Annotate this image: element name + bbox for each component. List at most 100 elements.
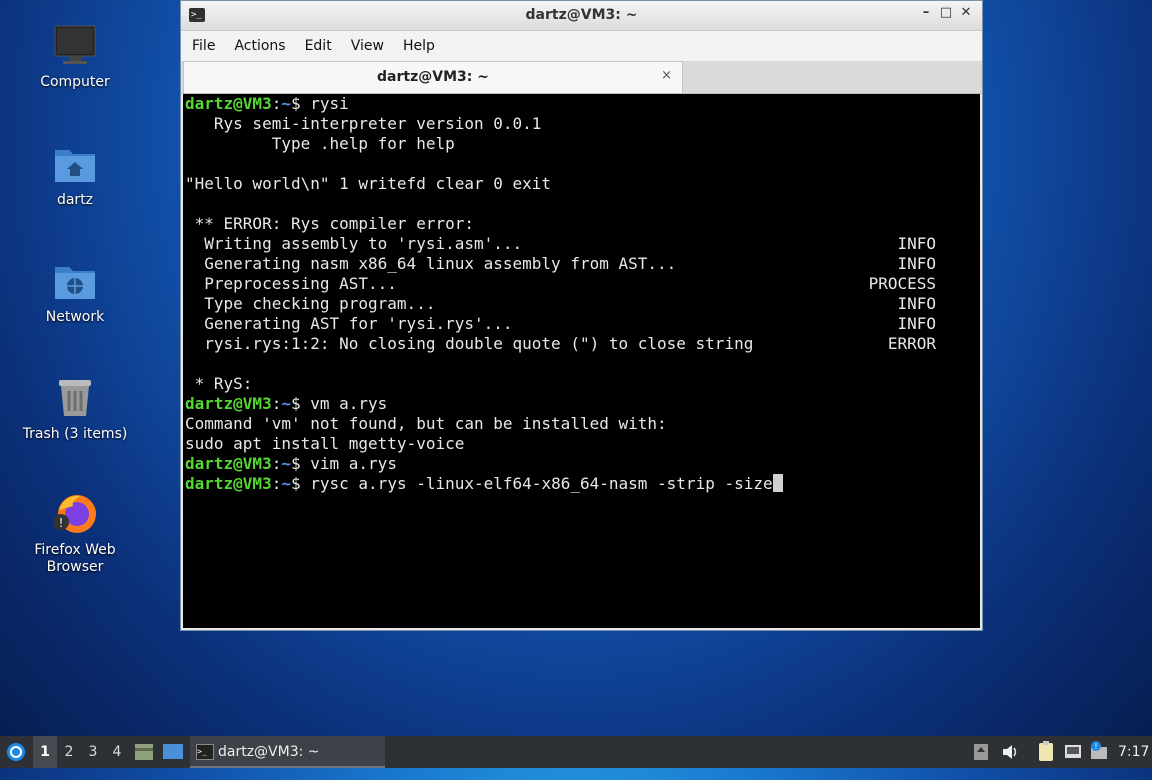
command-text: vim a.rys	[310, 454, 397, 473]
prompt-path: ~	[281, 394, 291, 413]
network-folder-icon	[51, 257, 99, 305]
menu-actions[interactable]: Actions	[223, 31, 293, 54]
prompt-symbol: $	[290, 394, 311, 413]
clipboard-icon[interactable]	[1036, 736, 1056, 768]
task-label: dartz@VM3: ~	[218, 744, 320, 760]
desktop-icon-label: Firefox Web Browser	[34, 542, 116, 575]
tab-close-icon[interactable]: ×	[661, 68, 672, 83]
terminal-line: Generating nasm x86_64 linux assembly fr…	[185, 254, 980, 274]
file-manager-launcher[interactable]	[133, 736, 155, 768]
workspace-3[interactable]: 3	[81, 736, 105, 768]
prompt-symbol: $	[290, 94, 311, 113]
terminal-line: Type .help for help	[185, 134, 980, 154]
prompt-path: ~	[281, 454, 291, 473]
prompt-user: dartz@VM3	[185, 94, 272, 113]
prompt-symbol: $	[290, 474, 311, 493]
prompt-separator: :	[271, 474, 282, 493]
output-text: Type checking program...	[185, 294, 436, 313]
output-text: * RyS:	[185, 374, 253, 393]
output-text: rysi.rys:1:2: No closing double quote ("…	[185, 334, 754, 353]
desktop-icon-computer[interactable]: Computer	[20, 22, 130, 91]
command-text: rysc a.rys -linux-elf64-x86_64-nasm -str…	[310, 474, 773, 493]
prompt-user: dartz@VM3	[185, 474, 272, 493]
terminal-line: sudo apt install mgetty-voice	[185, 434, 980, 454]
file-manager-icon	[135, 744, 153, 760]
output-text: Rys semi-interpreter version 0.0.1	[185, 114, 542, 133]
terminal-line: Generating AST for 'rysi.rys'... INFO	[185, 314, 980, 334]
workspace-1[interactable]: 1	[33, 736, 57, 768]
monitor-icon	[51, 22, 99, 70]
taskbar-task-terminal[interactable]: >_ dartz@VM3: ~	[190, 736, 385, 768]
clock[interactable]: 7:17	[1118, 736, 1150, 768]
home-folder-icon	[51, 140, 99, 188]
desktop-icon-home[interactable]: dartz	[20, 140, 130, 209]
desktop-icon-label: Trash (3 items)	[22, 426, 128, 442]
lubuntu-logo-icon	[7, 743, 25, 761]
tab-terminal[interactable]: dartz@VM3: ~ ×	[183, 61, 683, 93]
desktop-icon-label: Network	[45, 309, 105, 325]
terminal-line: Writing assembly to 'rysi.asm'... INFO	[185, 234, 980, 254]
terminal-line: dartz@VM3:~$ rysi	[185, 94, 980, 114]
prompt-user: dartz@VM3	[185, 454, 272, 473]
prompt-separator: :	[271, 394, 282, 413]
output-text: Command 'vm' not found, but can be insta…	[185, 414, 667, 433]
desktop-icon-trash[interactable]: Trash (3 items)	[20, 374, 130, 443]
menubar: File Actions Edit View Help	[181, 31, 982, 61]
volume-icon[interactable]	[1000, 736, 1020, 768]
notification-icon[interactable]: !	[1088, 736, 1110, 768]
terminal-line: ** ERROR: Rys compiler error:	[185, 214, 980, 234]
output-text: Generating nasm x86_64 linux assembly fr…	[185, 254, 677, 273]
tab-title: dartz@VM3: ~	[377, 69, 489, 85]
menu-view[interactable]: View	[340, 31, 392, 54]
window-title: dartz@VM3: ~	[525, 7, 638, 23]
window-titlebar[interactable]: >_ dartz@VM3: ~ – □ ✕	[181, 1, 982, 31]
svg-text:!: !	[1094, 742, 1097, 751]
status-label: INFO	[897, 234, 936, 253]
desktop-icon-firefox[interactable]: ! Firefox Web Browser	[20, 490, 130, 576]
menu-help[interactable]: Help	[392, 31, 443, 54]
show-desktop-button[interactable]	[162, 736, 184, 768]
desktop-icon-label: dartz	[56, 192, 94, 208]
svg-text:!: !	[59, 516, 64, 530]
terminal-line: Command 'vm' not found, but can be insta…	[185, 414, 980, 434]
output-text: Type .help for help	[185, 134, 455, 153]
close-button[interactable]: ✕	[956, 5, 976, 20]
workspace-2[interactable]: 2	[57, 736, 81, 768]
terminal-line: Rys semi-interpreter version 0.0.1	[185, 114, 980, 134]
terminal-line: dartz@VM3:~$ vm a.rys	[185, 394, 980, 414]
terminal-line: * RyS:	[185, 374, 980, 394]
taskbar: 1 2 3 4 >_ dartz@VM3: ~ ! 7:17	[0, 736, 1152, 768]
output-text: Writing assembly to 'rysi.asm'...	[185, 234, 523, 253]
output-text: Generating AST for 'rysi.rys'...	[185, 314, 513, 333]
menu-file[interactable]: File	[181, 31, 223, 54]
trash-icon	[51, 374, 99, 422]
terminal-icon: >_	[196, 744, 214, 760]
tray-update-icon[interactable]	[972, 736, 990, 768]
text-cursor	[772, 474, 783, 492]
terminal-line: rysi.rys:1:2: No closing double quote ("…	[185, 334, 980, 354]
desktop-icon-network[interactable]: Network	[20, 257, 130, 326]
command-text: vm a.rys	[310, 394, 388, 413]
firefox-icon: !	[51, 490, 99, 538]
terminal-line: Preprocessing AST... PROCESS	[185, 274, 980, 294]
minimize-button[interactable]: –	[916, 5, 936, 20]
prompt-path: ~	[281, 94, 291, 113]
terminal-line: dartz@VM3:~$ vim a.rys	[185, 454, 980, 474]
prompt-separator: :	[271, 94, 282, 113]
terminal-line: dartz@VM3:~$ rysc a.rys -linux-elf64-x86…	[185, 474, 980, 494]
prompt-symbol: $	[290, 454, 311, 473]
desktop-icon-label: Computer	[40, 74, 110, 90]
terminal-output[interactable]: dartz@VM3:~$ rysi Rys semi-interpreter v…	[183, 94, 980, 628]
terminal-line: "Hello world\n" 1 writefd clear 0 exit	[185, 174, 980, 194]
command-text: rysi	[310, 94, 349, 113]
status-label: PROCESS	[868, 274, 936, 293]
terminal-line: Type checking program... INFO	[185, 294, 980, 314]
workspace-4[interactable]: 4	[105, 736, 129, 768]
network-tray-icon[interactable]	[1063, 736, 1083, 768]
output-text: Preprocessing AST...	[185, 274, 397, 293]
maximize-button[interactable]: □	[936, 5, 956, 20]
menu-edit[interactable]: Edit	[294, 31, 340, 54]
app-menu-button[interactable]	[4, 736, 28, 768]
